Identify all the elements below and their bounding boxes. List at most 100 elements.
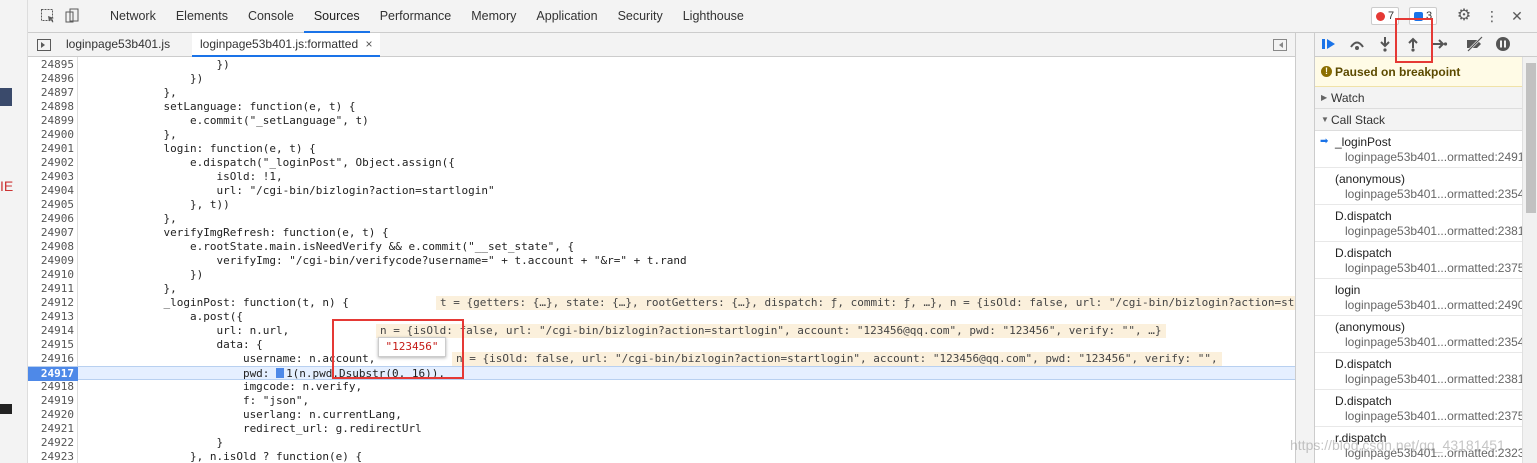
close-devtools-icon[interactable]: ✕ xyxy=(1509,8,1525,24)
line-number[interactable]: 24901 xyxy=(28,142,78,156)
line-number[interactable]: 24896 xyxy=(28,72,78,86)
frame-location[interactable]: loginpage53b401...ormatted:23750 xyxy=(1345,409,1522,423)
code-text: }) xyxy=(84,72,203,86)
deactivate-breakpoints-icon[interactable] xyxy=(1465,36,1485,54)
pause-on-exceptions-icon[interactable] xyxy=(1493,36,1513,54)
close-tab-icon[interactable]: × xyxy=(365,37,372,51)
line-number[interactable]: 24918 xyxy=(28,380,78,394)
call-stack-frame[interactable]: D.dispatch loginpage53b401...ormatted:238… xyxy=(1315,205,1522,242)
line-number[interactable]: 24914 xyxy=(28,324,78,338)
call-stack-frame[interactable]: D.dispatch loginpage53b401...ormatted:237… xyxy=(1315,242,1522,279)
line-number[interactable]: 24921 xyxy=(28,422,78,436)
sidebar-scrollbar[interactable] xyxy=(1522,57,1537,463)
line-number[interactable]: 24907 xyxy=(28,226,78,240)
call-stack-section-header[interactable]: ▼ Call Stack xyxy=(1315,109,1522,131)
line-number[interactable]: 24912 xyxy=(28,296,78,310)
file-tab-formatted[interactable]: loginpage53b401.js:formatted × xyxy=(192,33,381,57)
file-tab-bar: loginpage53b401.js loginpage53b401.js:fo… xyxy=(28,33,1295,57)
line-number[interactable]: 24916 xyxy=(28,352,78,366)
code-line: 24895 }) xyxy=(28,58,1295,72)
tab-console[interactable]: Console xyxy=(238,0,304,33)
line-number[interactable]: 24895 xyxy=(28,58,78,72)
tab-lighthouse[interactable]: Lighthouse xyxy=(673,0,754,33)
code-text-main: }, n.isOld ? function(e) { xyxy=(84,450,363,463)
frame-location[interactable]: loginpage53b401...ormatted:23750 xyxy=(1345,261,1522,275)
line-number[interactable]: 24897 xyxy=(28,86,78,100)
line-number[interactable]: 24915 xyxy=(28,338,78,352)
line-number[interactable]: 24913 xyxy=(28,310,78,324)
tab-elements[interactable]: Elements xyxy=(166,0,238,33)
current-expression[interactable]: 1(n.pwd.Dsubstr(0, 16)), xyxy=(286,367,445,380)
watch-section-header[interactable]: ▶ Watch xyxy=(1315,87,1522,109)
toggle-debugger-icon[interactable] xyxy=(1272,37,1288,53)
call-stack-frame[interactable]: (anonymous) loginpage53b401...ormatted:23… xyxy=(1315,316,1522,353)
code-text-main: verifyImgRefresh: function(e, t) { xyxy=(84,226,389,239)
frame-location[interactable]: loginpage53b401...ormatted:23546 xyxy=(1345,187,1522,201)
step-out-icon[interactable] xyxy=(1403,36,1423,54)
line-number[interactable]: 24911 xyxy=(28,282,78,296)
frame-location[interactable]: loginpage53b401...ormatted:23817 xyxy=(1345,224,1522,238)
settings-gear-icon[interactable]: ⚙ xyxy=(1456,8,1472,24)
file-tab-original[interactable]: loginpage53b401.js xyxy=(58,33,178,57)
code-line: 24896 }) xyxy=(28,72,1295,86)
code-line: 24915 data: { xyxy=(28,338,1295,352)
line-number[interactable]: 24904 xyxy=(28,184,78,198)
code-text-main: f: "json", xyxy=(84,394,310,407)
call-stack-frame[interactable]: D.dispatch loginpage53b401...ormatted:237… xyxy=(1315,390,1522,427)
code-text: }, xyxy=(84,212,176,226)
line-number[interactable]: 24902 xyxy=(28,156,78,170)
errors-badge[interactable]: 7 xyxy=(1371,7,1400,25)
code-line: 24918 imgcode: n.verify, xyxy=(28,380,1295,394)
code-text: data: { xyxy=(84,338,262,352)
breakpoint-line-number[interactable]: 24917 xyxy=(28,367,78,381)
code-line: 24912 _loginPost: function(t, n) {t = {g… xyxy=(28,296,1295,310)
frame-location[interactable]: loginpage53b401...ormatted:23546 xyxy=(1345,335,1522,349)
tab-network[interactable]: Network xyxy=(100,0,166,33)
code-text-main: e.rootState.main.isNeedVerify && e.commi… xyxy=(84,240,575,253)
call-stack-frame[interactable]: D.dispatch loginpage53b401...ormatted:238… xyxy=(1315,353,1522,390)
code-text: }, n.isOld ? function(e) { xyxy=(84,450,362,463)
tab-application[interactable]: Application xyxy=(526,0,607,33)
editor-scrollbar[interactable] xyxy=(1295,33,1314,463)
tab-performance[interactable]: Performance xyxy=(370,0,462,33)
line-number[interactable]: 24920 xyxy=(28,408,78,422)
messages-badge[interactable]: 3 xyxy=(1409,7,1438,25)
line-number[interactable]: 24899 xyxy=(28,114,78,128)
step-into-icon[interactable] xyxy=(1375,36,1395,54)
step-over-icon[interactable] xyxy=(1347,36,1367,54)
call-stack-frame[interactable]: ➡ _loginPost loginpage53b401...ormatted:24… xyxy=(1315,131,1522,168)
frame-location[interactable]: loginpage53b401...ormatted:24902 xyxy=(1345,298,1522,312)
code-text-main: }, xyxy=(84,128,177,141)
line-number[interactable]: 24900 xyxy=(28,128,78,142)
line-number[interactable]: 24906 xyxy=(28,212,78,226)
device-toolbar-icon[interactable] xyxy=(64,8,80,24)
line-number[interactable]: 24898 xyxy=(28,100,78,114)
code-text-main: isOld: !1, xyxy=(84,170,283,183)
line-number[interactable]: 24909 xyxy=(28,254,78,268)
call-stack-frame[interactable]: (anonymous) loginpage53b401...ormatted:23… xyxy=(1315,168,1522,205)
line-number[interactable]: 24908 xyxy=(28,240,78,254)
more-options-icon[interactable]: ⋮ xyxy=(1484,8,1500,24)
tab-security[interactable]: Security xyxy=(608,0,673,33)
scrollbar-thumb[interactable] xyxy=(1526,63,1536,213)
call-stack-frame[interactable]: login loginpage53b401...ormatted:24902 xyxy=(1315,279,1522,316)
frame-location[interactable]: loginpage53b401...ormatted:23817 xyxy=(1345,372,1522,386)
line-number[interactable]: 24905 xyxy=(28,198,78,212)
tab-sources[interactable]: Sources xyxy=(303,0,370,33)
inspect-element-icon[interactable] xyxy=(40,8,56,24)
line-number[interactable]: 24903 xyxy=(28,170,78,184)
frame-location[interactable]: loginpage53b401...ormatted:24917 xyxy=(1345,150,1522,164)
code-text: e.rootState.main.isNeedVerify && e.commi… xyxy=(84,240,574,254)
line-number[interactable]: 24910 xyxy=(28,268,78,282)
code-text: url: n.url, xyxy=(84,324,289,338)
resume-icon[interactable] xyxy=(1319,36,1339,54)
line-number[interactable]: 24922 xyxy=(28,436,78,450)
line-number[interactable]: 24919 xyxy=(28,394,78,408)
code-text-main: }) xyxy=(84,72,204,85)
inline-variable-values: n = {isOld: false, url: "/cgi-bin/bizlog… xyxy=(376,324,1166,338)
line-number[interactable]: 24923 xyxy=(28,450,78,463)
toggle-navigator-icon[interactable] xyxy=(36,37,52,53)
code-editor[interactable]: 24895 }) 24896 }) 24897 }, 24898 setLanguag… xyxy=(28,57,1295,463)
tab-memory[interactable]: Memory xyxy=(461,0,526,33)
step-icon[interactable] xyxy=(1429,36,1449,54)
